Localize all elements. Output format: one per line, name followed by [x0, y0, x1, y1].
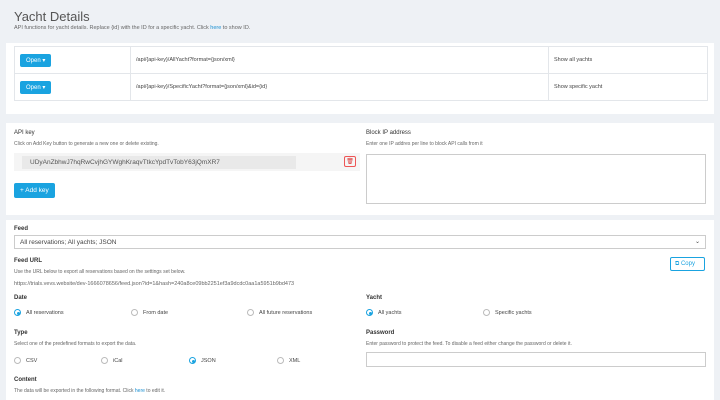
- endpoints-table: Open ▾ /api/{api-key}/AllYacht?format={j…: [14, 46, 708, 101]
- radio-icon: [277, 357, 284, 364]
- open-button[interactable]: Open ▾: [20, 80, 52, 94]
- endpoints-card: Open ▾ /api/{api-key}/AllYacht?format={j…: [6, 43, 714, 114]
- radio-icon: [101, 357, 108, 364]
- content-label: Content: [14, 377, 37, 383]
- feed-card: Feed All reservations; All yachts; JSON …: [6, 220, 714, 400]
- page-title: Yacht Details: [14, 9, 90, 24]
- content-help-text-end: to edit it.: [144, 388, 166, 394]
- date-radio-future[interactable]: All future reservations: [247, 309, 312, 316]
- date-radio-from[interactable]: From date: [131, 309, 168, 316]
- type-radio-xml[interactable]: XML: [277, 357, 300, 364]
- endpoint-url: /api/{api-key}/SpecificYacht?format={jso…: [130, 73, 549, 101]
- radio-label: CSV: [26, 357, 38, 364]
- page-subtitle: API functions for yacht details. Replace…: [14, 25, 250, 31]
- edit-format-link[interactable]: here: [135, 388, 145, 394]
- api-key-card: API key Click on Add Key button to gener…: [6, 123, 714, 215]
- feed-url-label: Feed URL: [14, 258, 43, 264]
- radio-label: XML: [289, 357, 301, 364]
- yacht-label: Yacht: [366, 295, 383, 301]
- api-key-help: Click on Add Key button to generate a ne…: [14, 141, 159, 147]
- radio-label: iCal: [113, 357, 123, 364]
- date-label: Date: [14, 295, 28, 301]
- yacht-radio-all[interactable]: All yachts: [366, 309, 402, 316]
- radio-icon: [131, 309, 138, 316]
- show-id-link[interactable]: here: [210, 25, 221, 31]
- page-header: Yacht Details API functions for yacht de…: [0, 0, 720, 40]
- api-key-row: UDyAnZbhwJ7hqRwCvjhGYWghKraqvTtkcYpdTvTo…: [14, 153, 360, 171]
- type-help: Select one of the predefined formats to …: [14, 341, 137, 347]
- copy-label: Copy: [680, 261, 695, 267]
- password-label: Password: [366, 330, 395, 336]
- radio-icon: [247, 309, 254, 316]
- radio-icon: [14, 357, 21, 364]
- radio-label: All yachts: [378, 309, 402, 316]
- radio-label: From date: [143, 309, 169, 316]
- trash-icon: 🗑: [346, 159, 354, 165]
- radio-label: All reservations: [26, 309, 64, 316]
- feed-url-link[interactable]: https://trials.vevs.website/dev-16660786…: [14, 281, 294, 287]
- type-radio-json[interactable]: JSON: [189, 357, 216, 364]
- copy-icon: ⧉: [675, 261, 680, 267]
- radio-label: JSON: [201, 357, 216, 364]
- block-ip-label: Block IP address: [366, 130, 411, 136]
- radio-checked-icon: [14, 309, 21, 316]
- content-help-text: The data will be exported in the followi…: [14, 388, 135, 394]
- feed-url-help: Use the URL below to export all reservat…: [14, 269, 186, 275]
- radio-label: Specific yachts: [495, 309, 532, 316]
- feed-select-value: All reservations; All yachts; JSON: [20, 239, 117, 246]
- block-ip-help: Enter one IP addres per line to block AP…: [366, 141, 483, 147]
- radio-checked-icon: [189, 357, 196, 364]
- api-key-value: UDyAnZbhwJ7hqRwCvjhGYWghKraqvTtkcYpdTvTo…: [22, 156, 296, 169]
- radio-icon: [483, 309, 490, 316]
- yacht-radio-specific[interactable]: Specific yachts: [483, 309, 532, 316]
- endpoint-url: /api/{api-key}/AllYacht?format={json/xml…: [130, 46, 549, 74]
- date-radio-all[interactable]: All reservations: [14, 309, 64, 316]
- endpoint-desc: Show specific yacht: [548, 73, 708, 101]
- password-input[interactable]: [366, 352, 706, 367]
- type-radio-csv[interactable]: CSV: [14, 357, 37, 364]
- block-ip-textarea[interactable]: [366, 154, 706, 204]
- subtitle-text-end: to show ID.: [221, 25, 251, 31]
- type-radio-ical[interactable]: iCal: [101, 357, 122, 364]
- type-label: Type: [14, 330, 28, 336]
- content-help: The data will be exported in the followi…: [14, 388, 165, 394]
- feed-label: Feed: [14, 226, 29, 232]
- endpoint-desc: Show all yachts: [548, 46, 708, 74]
- api-key-label: API key: [14, 130, 35, 136]
- feed-select[interactable]: All reservations; All yachts; JSON ⌄: [14, 235, 706, 249]
- password-help: Enter password to protect the feed. To d…: [366, 341, 572, 347]
- add-key-button[interactable]: + Add key: [14, 183, 55, 198]
- table-row: Open ▾ /api/{api-key}/SpecificYacht?form…: [14, 73, 708, 101]
- subtitle-text: API functions for yacht details. Replace…: [14, 25, 211, 31]
- radio-label: All future reservations: [259, 309, 313, 316]
- delete-key-button[interactable]: 🗑: [344, 156, 356, 167]
- radio-checked-icon: [366, 309, 373, 316]
- table-row: Open ▾ /api/{api-key}/AllYacht?format={j…: [14, 46, 708, 74]
- chevron-down-icon: ⌄: [694, 239, 700, 245]
- open-button[interactable]: Open ▾: [20, 53, 52, 67]
- copy-button[interactable]: ⧉ Copy: [670, 257, 705, 271]
